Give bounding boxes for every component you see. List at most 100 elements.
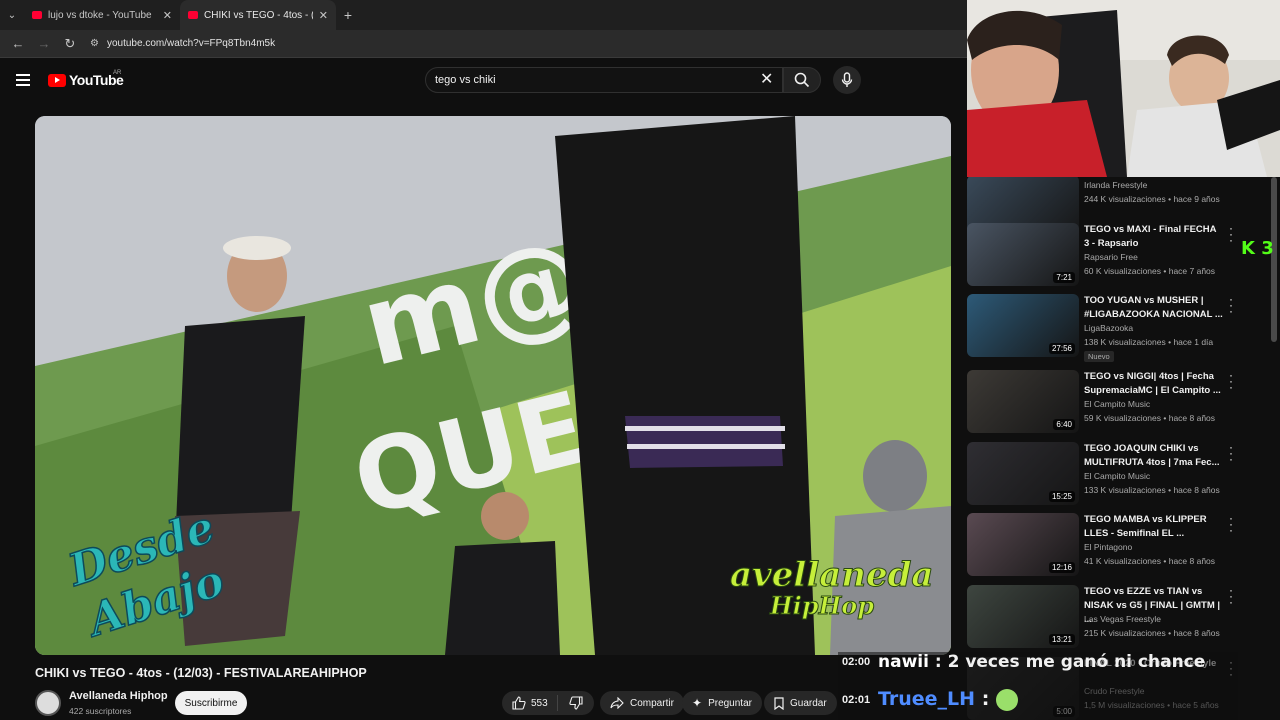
- subscriber-count: 422 suscriptores: [69, 706, 132, 716]
- recommendation-item[interactable]: 7:21 TEGO vs MAXI - Final FECHA 3 - Rapsa…: [967, 222, 1267, 289]
- recommendation-title[interactable]: TOO YUGAN vs MUSHER | #LIGABAZOOKA NACIO…: [1084, 294, 1224, 322]
- recommendation-channel[interactable]: El Campito Music: [1084, 399, 1150, 409]
- search-button[interactable]: [783, 67, 821, 93]
- video-thumbnail[interactable]: 7:21: [967, 223, 1079, 286]
- chat-username: Truee_LH: [878, 688, 976, 710]
- share-action: Compartir: [600, 691, 684, 715]
- reload-button[interactable]: ↻: [58, 32, 82, 56]
- recommendation-title[interactable]: TEGO vs NIGGI| 4tos | Fecha SupremaciaMC…: [1084, 370, 1224, 398]
- more-options-icon[interactable]: ···: [1227, 512, 1235, 536]
- browser-tabbar: ⌄ lujo vs dtoke - YouTube ✕ CHIKI vs TEG…: [0, 0, 967, 30]
- watermark-hiphop: HipHop: [769, 591, 874, 620]
- recommendation-channel[interactable]: El Pintagono: [1084, 542, 1132, 552]
- recommendation-title[interactable]: TEGO vs MAXI - Final FECHA 3 - Rapsario: [1084, 223, 1224, 251]
- menu-icon[interactable]: [16, 74, 30, 86]
- more-options-icon[interactable]: ···: [1227, 222, 1235, 246]
- recommendation-title[interactable]: TEGO MAMBA vs KLIPPER LLES - Semifinal E…: [1084, 513, 1224, 541]
- webcam-frame: [967, 0, 1280, 177]
- browser-toolbar: ← → ↻ ⚙ youtube.com/watch?v=FPq8Tbn4m5k: [0, 30, 967, 58]
- recommendation-channel[interactable]: El Campito Music: [1084, 471, 1150, 481]
- recommendation-title[interactable]: TEGO JOAQUIN CHIKI vs MULTIFRUTA 4tos | …: [1084, 442, 1224, 470]
- tab-close-icon[interactable]: ✕: [319, 9, 328, 22]
- chat-timestamp: 02:01: [842, 694, 871, 706]
- chat-message-1: nawii : 2 veces me ganó ni chance: [878, 652, 1205, 672]
- share-button[interactable]: Compartir: [600, 691, 684, 715]
- video-thumbnail[interactable]: 12:16: [967, 513, 1079, 576]
- search-icon: [794, 72, 810, 88]
- video-title: CHIKI vs TEGO - 4tos - (12/03) - FESTIVA…: [35, 666, 367, 680]
- video-duration: 27:56: [1048, 343, 1075, 354]
- video-duration: 15:25: [1048, 491, 1075, 502]
- chat-timestamp: 02:00: [842, 656, 871, 668]
- thumbs-up-icon: [512, 696, 526, 710]
- ask-action: ✦ Preguntar: [682, 691, 762, 715]
- address-bar[interactable]: ⚙ youtube.com/watch?v=FPq8Tbn4m5k: [84, 38, 275, 49]
- sidebar-scrollbar[interactable]: [1271, 177, 1277, 342]
- recommendation-item[interactable]: 12:16 TEGO MAMBA vs KLIPPER LLES - Semifi…: [967, 512, 1267, 579]
- chat-text: 2 veces me ganó ni chance: [947, 652, 1206, 672]
- video-thumbnail[interactable]: 6:40: [967, 370, 1079, 433]
- youtube-play-logo-icon: [48, 73, 66, 87]
- watermark-avellaneda: avellaneda: [730, 555, 933, 595]
- country-code: AR: [113, 70, 122, 76]
- channel-name[interactable]: Avellaneda Hiphop: [69, 690, 168, 702]
- video-player[interactable]: m@s QUE NU Desde Abajo avellaneda HipHop: [35, 116, 951, 655]
- recommendation-item[interactable]: 15:25 TEGO JOAQUIN CHIKI vs MULTIFRUTA 4t…: [967, 441, 1267, 508]
- browser-tab-2[interactable]: CHIKI vs TEGO - 4tos - (12/03) ✕: [180, 0, 336, 30]
- forward-button[interactable]: →: [32, 32, 56, 56]
- video-thumbnail[interactable]: 13:21: [967, 585, 1079, 648]
- recommendation-item[interactable]: 27:56 TOO YUGAN vs MUSHER | #LIGABAZOOKA …: [967, 293, 1267, 362]
- recommendations-sidebar: 8:41Irlanda Freestyle244 K visualizacion…: [967, 177, 1280, 720]
- recommendation-channel[interactable]: Las Vegas Freestyle: [1084, 614, 1161, 624]
- like-dislike-group: 553: [502, 691, 594, 715]
- more-options-icon[interactable]: ···: [1227, 584, 1235, 608]
- recommendation-channel[interactable]: LigaBazooka: [1084, 323, 1133, 333]
- recommendation-item[interactable]: 13:21 TEGO vs EZZE vs TIAN vs NISAK vs G5…: [967, 584, 1267, 651]
- ask-button[interactable]: ✦ Preguntar: [682, 691, 762, 715]
- search-value: tego vs chiki: [435, 74, 496, 86]
- video-thumbnail[interactable]: 15:25: [967, 442, 1079, 505]
- youtube-favicon-icon: [32, 11, 42, 19]
- new-tab-button[interactable]: +: [336, 7, 360, 23]
- video-frame: m@s QUE NU Desde Abajo avellaneda HipHop: [35, 116, 951, 655]
- microphone-icon: [841, 72, 853, 87]
- more-options-icon[interactable]: ···: [1227, 369, 1235, 393]
- video-thumbnail[interactable]: 27:56: [967, 294, 1079, 357]
- tab-title: lujo vs dtoke - YouTube: [48, 9, 152, 21]
- search-input[interactable]: tego vs chiki: [425, 67, 783, 93]
- chat-emote-icon: [995, 688, 1018, 711]
- tab-close-icon[interactable]: ✕: [163, 9, 172, 22]
- recommendation-meta: 133 K visualizaciones • hace 8 años: [1084, 485, 1220, 495]
- more-options-icon[interactable]: ···: [1227, 293, 1235, 317]
- voice-search-button[interactable]: [833, 66, 861, 94]
- share-label: Compartir: [630, 697, 674, 709]
- recommendation-item[interactable]: 6:40 TEGO vs NIGGI| 4tos | Fecha Supremac…: [967, 369, 1267, 436]
- browser-tab-1[interactable]: lujo vs dtoke - YouTube ✕: [24, 0, 180, 30]
- more-options-icon[interactable]: ···: [1227, 441, 1235, 465]
- chat-separator: :: [981, 688, 996, 710]
- recommendation-channel[interactable]: Rapsario Free: [1084, 252, 1138, 262]
- recommendation-meta: 215 K visualizaciones • hace 8 años: [1084, 628, 1220, 638]
- clear-search-icon[interactable]: ✕: [760, 70, 773, 90]
- save-label: Guardar: [790, 697, 827, 709]
- back-button[interactable]: ←: [6, 32, 30, 56]
- recommendation-meta: 138 K visualizaciones • hace 1 día: [1084, 337, 1214, 347]
- site-info-icon[interactable]: ⚙: [90, 38, 99, 49]
- channel-avatar[interactable]: [35, 690, 61, 716]
- thumbs-down-icon: [569, 696, 583, 710]
- share-icon: [610, 697, 624, 709]
- chat-username: nawii: [878, 652, 929, 672]
- recommendation-meta: 59 K visualizaciones • hace 8 años: [1084, 413, 1216, 423]
- video-duration: 13:21: [1048, 634, 1075, 645]
- subscribe-button[interactable]: Suscribirme: [175, 691, 247, 715]
- youtube-header: YouTube AR tego vs chiki ✕: [0, 58, 967, 103]
- dislike-button[interactable]: [558, 696, 594, 710]
- chat-separator: :: [934, 652, 948, 672]
- like-button[interactable]: 553: [502, 695, 558, 711]
- sparkle-icon: ✦: [692, 696, 703, 710]
- save-button[interactable]: Guardar: [764, 691, 837, 715]
- recommendation-channel[interactable]: Irlanda Freestyle: [1084, 180, 1147, 190]
- tab-search-button[interactable]: ⌄: [0, 0, 24, 30]
- chat-message-2: Truee_LH :: [878, 688, 1018, 711]
- video-duration: 12:16: [1048, 562, 1075, 573]
